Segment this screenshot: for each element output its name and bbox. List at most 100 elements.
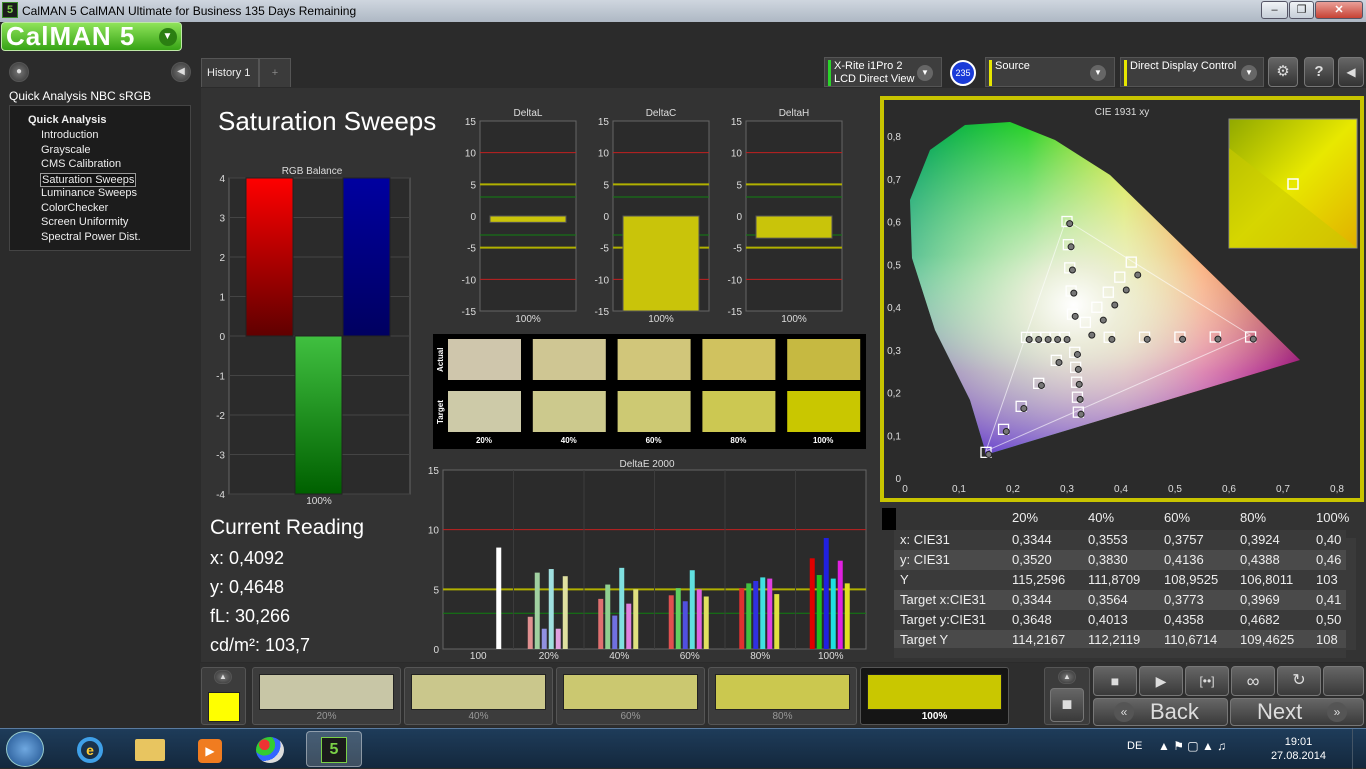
expand-up-icon[interactable]: ▲ bbox=[1058, 670, 1076, 684]
sweep-swatch-button[interactable]: 40% bbox=[404, 667, 553, 725]
color-patches: Actual Target 20% 40% 60% 80% 100% bbox=[433, 334, 866, 449]
table-cell: 0,3520 bbox=[1012, 552, 1052, 567]
y-tick-label: 15 bbox=[465, 117, 477, 128]
x-tick-label: 0,5 bbox=[1168, 484, 1182, 495]
table-cell: 0,3344 bbox=[1012, 592, 1052, 607]
table-cell: 0,50 bbox=[1316, 612, 1342, 627]
explorer-taskbar-icon[interactable] bbox=[122, 731, 178, 767]
deltae-bar bbox=[739, 588, 745, 649]
horizontal-scrollbar[interactable] bbox=[894, 648, 1346, 658]
table-cell: 115,2596 bbox=[1012, 572, 1066, 587]
current-swatch-panel[interactable]: ▲ bbox=[201, 667, 246, 725]
start-button[interactable] bbox=[6, 731, 44, 767]
measured-point bbox=[1037, 381, 1045, 389]
deltae-bar bbox=[823, 538, 829, 649]
measured-point bbox=[1077, 410, 1085, 418]
delta-chart-deltah: DeltaH 15 10 5 0 -5 -10 -15 100% bbox=[728, 108, 843, 325]
deltae-bar bbox=[703, 596, 709, 649]
deltae-bar bbox=[689, 570, 695, 649]
y-tick-label: 5 bbox=[433, 585, 439, 596]
deltae-bar bbox=[626, 603, 632, 649]
table-cell: 106,8011 bbox=[1240, 572, 1294, 587]
measure-bracket-icon[interactable]: [••] bbox=[1185, 666, 1229, 696]
table-cell: 111,8709 bbox=[1088, 572, 1141, 587]
table-cell: 0,41 bbox=[1316, 592, 1342, 607]
stop-icon[interactable]: ■ bbox=[1093, 666, 1137, 696]
table-cell: 0,3564 bbox=[1088, 592, 1128, 607]
measured-point bbox=[1054, 335, 1062, 343]
delta-chart-deltal: DeltaL 15 10 5 0 -5 -10 -15 100% bbox=[462, 108, 577, 325]
y-tick-label: -10 bbox=[728, 275, 743, 286]
table-cell: 0,3648 bbox=[1012, 612, 1052, 627]
extra-control-button[interactable] bbox=[1323, 666, 1364, 696]
actual-patch bbox=[617, 339, 691, 380]
actual-patch bbox=[532, 339, 606, 380]
table-cell: 108 bbox=[1316, 632, 1338, 647]
y-tick-label: -15 bbox=[595, 307, 610, 318]
y-tick-label: 10 bbox=[428, 526, 440, 537]
reading-cd: cd/m²: 103,7 bbox=[210, 635, 310, 655]
table-row: y: CIE31 0,3520 0,3830 0,4136 0,4388 0,46 bbox=[894, 550, 1346, 570]
y-tick-label: 15 bbox=[428, 466, 440, 477]
deltae-bar bbox=[527, 616, 533, 649]
measured-point bbox=[1002, 427, 1010, 435]
stop-measure-button[interactable]: ■ bbox=[1050, 688, 1084, 722]
y-tick-label: 0,7 bbox=[887, 175, 901, 186]
y-tick-label: -5 bbox=[467, 244, 476, 255]
tray-icons[interactable]: ▲ ⚑ ▢ ▲ ♫ bbox=[1158, 739, 1226, 753]
table-cell: 0,3773 bbox=[1164, 592, 1204, 607]
language-indicator[interactable]: DE bbox=[1127, 740, 1142, 752]
red-bar bbox=[245, 177, 294, 337]
deltae-bar bbox=[548, 569, 554, 649]
x-tick-label: 100% bbox=[818, 651, 844, 662]
calman-taskbar-icon[interactable]: 5 bbox=[306, 731, 362, 767]
measured-point bbox=[1066, 220, 1074, 228]
deltae-bar bbox=[562, 576, 568, 649]
page-title: Saturation Sweeps bbox=[218, 106, 436, 136]
table-cell: 108,9525 bbox=[1164, 572, 1219, 587]
y-tick-label: 0,4 bbox=[887, 303, 901, 314]
deltae-bar bbox=[496, 547, 502, 649]
media-player-taskbar-icon[interactable]: ▶ bbox=[182, 731, 238, 767]
show-desktop-button[interactable] bbox=[1352, 729, 1366, 769]
next-button[interactable]: Next » bbox=[1230, 698, 1364, 726]
refresh-icon[interactable]: ↻ bbox=[1277, 666, 1321, 696]
table-cell: 0,3830 bbox=[1088, 552, 1128, 567]
deltae-bar bbox=[668, 595, 674, 649]
system-clock[interactable]: 19:01 27.08.2014 bbox=[1271, 735, 1326, 763]
table-cell: 110,6714 bbox=[1164, 632, 1218, 647]
delta-bar bbox=[489, 215, 567, 223]
delta-bar bbox=[755, 215, 833, 239]
x-tick-label: 20% bbox=[539, 651, 559, 662]
vertical-scrollbar[interactable] bbox=[1346, 538, 1356, 650]
deltae-bar bbox=[760, 577, 766, 649]
play-icon[interactable]: ▶ bbox=[1139, 666, 1183, 696]
x-tick-label: 0,6 bbox=[1222, 484, 1236, 495]
table-cell: 0,3757 bbox=[1164, 532, 1204, 547]
expand-up-icon[interactable]: ▲ bbox=[214, 670, 232, 684]
rgb-balance-title: RGB Balance bbox=[282, 166, 343, 177]
sweep-label: 80% bbox=[772, 711, 793, 722]
sweep-swatch-button[interactable]: 80% bbox=[708, 667, 857, 725]
sweep-swatch-button[interactable]: 20% bbox=[252, 667, 401, 725]
paint-taskbar-icon[interactable] bbox=[242, 731, 298, 767]
sweep-swatch-button[interactable]: 100% bbox=[860, 667, 1009, 725]
sweep-label: 100% bbox=[921, 711, 948, 722]
sweep-swatch-button[interactable]: 60% bbox=[556, 667, 705, 725]
back-button[interactable]: « Back bbox=[1093, 698, 1228, 726]
blue-bar bbox=[342, 177, 391, 337]
target-patch bbox=[787, 391, 861, 432]
measured-point bbox=[1055, 358, 1063, 366]
patch-label: 100% bbox=[813, 436, 833, 445]
x-tick-label: 0,3 bbox=[1060, 484, 1074, 495]
continuous-loop-icon[interactable]: ∞ bbox=[1231, 666, 1275, 696]
x-tick-label: 0 bbox=[902, 484, 908, 495]
target-patch bbox=[532, 391, 606, 432]
sweep-color bbox=[715, 674, 850, 710]
sweep-label: 40% bbox=[468, 711, 489, 722]
x-tick-label: 100 bbox=[470, 651, 487, 662]
delta-bar bbox=[622, 215, 700, 312]
ie-taskbar-icon[interactable]: e bbox=[62, 731, 118, 767]
table-cell: 0,4136 bbox=[1164, 552, 1204, 567]
y-tick-label: 0 bbox=[895, 474, 901, 485]
